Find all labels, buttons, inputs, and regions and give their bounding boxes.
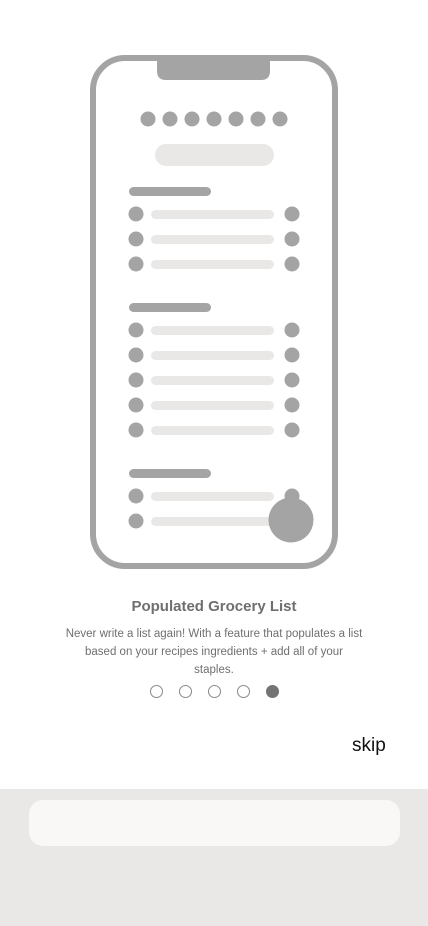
skip-button[interactable]: skip [352,735,386,757]
page-dot[interactable] [178,685,192,698]
search-pill [155,144,274,166]
section-header [129,187,211,196]
page-dot[interactable] [236,685,250,698]
section-header [129,303,211,312]
page-dot[interactable] [207,685,221,698]
phone-illustration [90,55,338,569]
section-header [129,469,211,478]
phone-notch [157,58,270,80]
phone-frame [90,55,338,569]
page-dot[interactable] [149,685,163,698]
bottom-panel [0,789,428,926]
page-indicator [0,685,428,701]
fab-illustration [268,497,314,543]
page-dot-active[interactable] [265,685,279,698]
onboarding-title: Populated Grocery List [131,598,297,615]
bottom-input-field[interactable] [29,800,400,846]
onboarding-description: Never write a list again! With a feature… [65,628,363,676]
